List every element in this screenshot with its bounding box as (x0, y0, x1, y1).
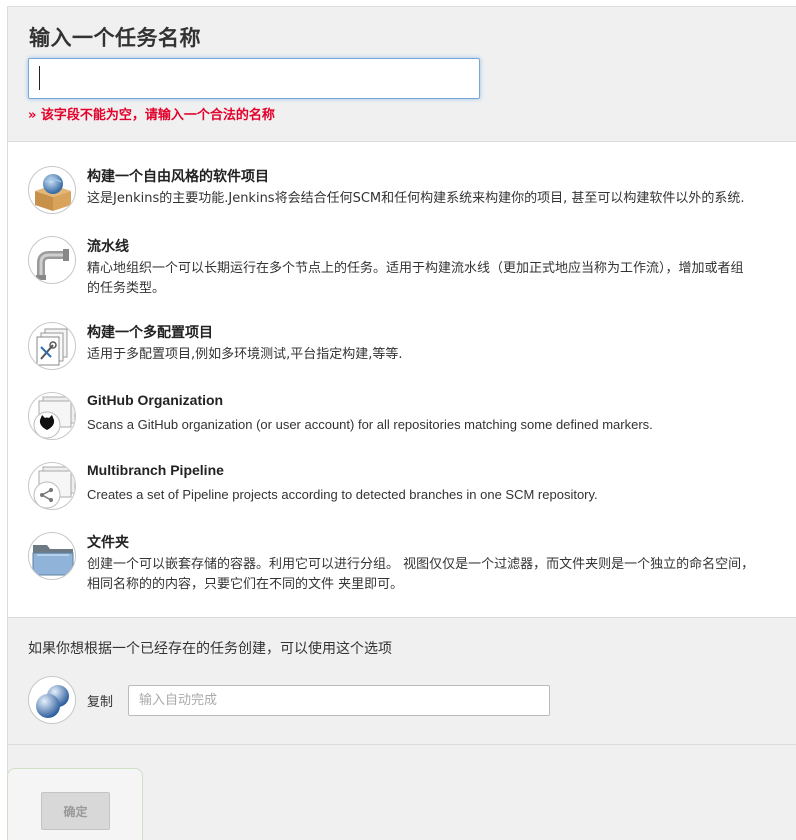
item-type-name: Multibranch Pipeline (87, 462, 224, 478)
github-org-icon (28, 392, 76, 440)
page-title: 输入一个任务名称 (29, 26, 201, 50)
validation-error: » 该字段不能为空，请输入一个合法的名称 (28, 108, 275, 123)
copy-from-input[interactable] (128, 685, 550, 716)
item-type-github-organization[interactable]: GitHub Organization Scans a GitHub organ… (28, 392, 796, 442)
item-type-name: 构建一个自由风格的软件项目 (87, 169, 269, 185)
item-type-description: 适用于多配置项目,例如多环境测试,平台指定构建,等等. (87, 347, 403, 362)
item-type-description: Scans a GitHub organization (or user acc… (87, 417, 653, 432)
copy-from-section (7, 617, 796, 745)
item-type-multi-config[interactable]: 构建一个多配置项目 适用于多配置项目,例如多环境测试,平台指定构建,等等. (28, 322, 796, 372)
item-type-folder[interactable]: 文件夹 创建一个可以嵌套存储的容器。利用它可以进行分组。 视图仅仅是一个过滤器，… (28, 532, 796, 596)
copy-from-label: 复制 (87, 695, 114, 710)
new-item-page: 输入一个任务名称 » 该字段不能为空，请输入一个合法的名称 构建一个自由风格的软… (0, 0, 796, 840)
copy-spheres-icon (28, 676, 76, 724)
item-type-name: 流水线 (87, 239, 129, 255)
item-name-input[interactable] (28, 58, 480, 99)
copy-from-heading: 如果你想根据一个已经存在的任务创建，可以使用这个选项 (28, 641, 392, 657)
item-type-description: 创建一个可以嵌套存储的容器。利用它可以进行分组。 视图仅仅是一个过滤器，而文件夹… (87, 557, 755, 592)
item-type-multibranch-pipeline[interactable]: Multibranch Pipeline Creates a set of Pi… (28, 462, 796, 512)
ok-button[interactable]: 确定 (41, 792, 110, 830)
pipeline-icon (28, 236, 76, 284)
item-type-name: 文件夹 (87, 535, 129, 551)
multibranch-icon (28, 462, 76, 510)
item-type-name: GitHub Organization (87, 392, 224, 408)
item-type-description: Creates a set of Pipeline projects accor… (87, 487, 598, 502)
item-type-name: 构建一个多配置项目 (87, 325, 213, 341)
freestyle-box-icon (28, 166, 76, 214)
text-caret (39, 66, 40, 90)
item-type-pipeline[interactable]: 流水线 精心地组织一个可以长期运行在多个节点上的任务。适用于构建流水线（更加正式… (28, 236, 796, 300)
item-type-freestyle[interactable]: 构建一个自由风格的软件项目 这是Jenkins的主要功能.Jenkins将会结合… (28, 166, 796, 216)
item-type-description: 精心地组织一个可以长期运行在多个节点上的任务。适用于构建流水线（更加正式地应当称… (87, 261, 744, 296)
folder-icon (28, 532, 76, 580)
item-type-description: 这是Jenkins的主要功能.Jenkins将会结合任何SCM和任何构建系统来构… (87, 191, 745, 206)
multi-config-icon (28, 322, 76, 370)
